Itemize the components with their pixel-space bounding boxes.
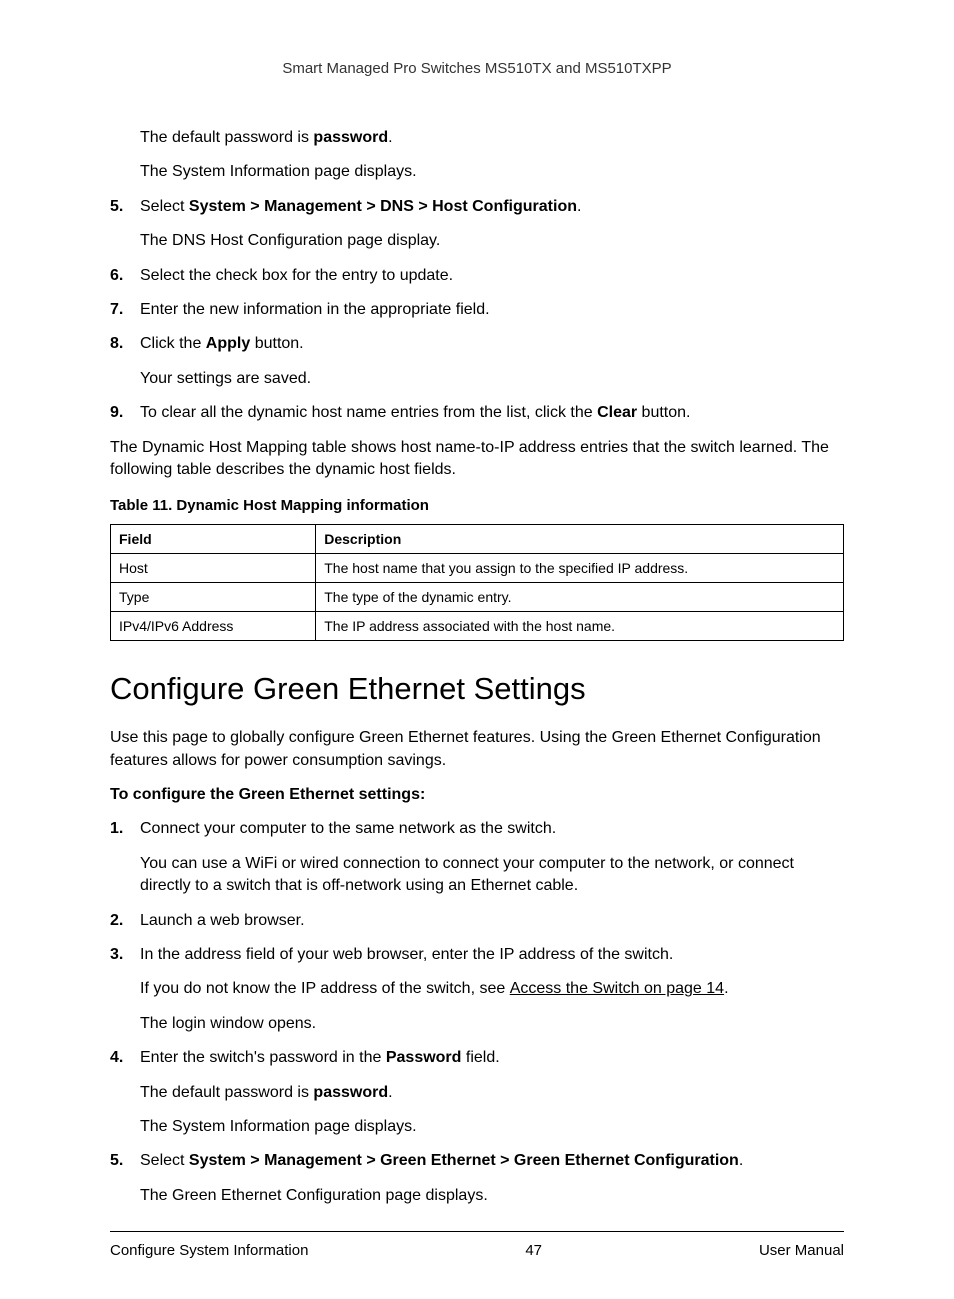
step2-2: 2. Launch a web browser.: [110, 910, 844, 932]
step-number: 6.: [110, 265, 140, 287]
dynamic-host-desc: The Dynamic Host Mapping table shows hos…: [110, 437, 844, 482]
text: field.: [461, 1049, 499, 1066]
text: Select: [140, 198, 189, 215]
text: .: [739, 1152, 743, 1169]
clear-bold: Clear: [597, 404, 637, 421]
step-text: Enter the new information in the appropr…: [140, 299, 844, 321]
step-number: 5.: [110, 196, 140, 253]
col-description: Description: [316, 525, 844, 554]
text: .: [724, 980, 728, 997]
step-sub: The DNS Host Configuration page display.: [140, 230, 844, 252]
password-field-bold: Password: [386, 1049, 462, 1066]
password-bold: password: [313, 1084, 388, 1101]
password-bold: password: [313, 129, 388, 146]
step-number: 1.: [110, 818, 140, 897]
text: button.: [637, 404, 690, 421]
dynamic-host-table: Field Description Host The host name tha…: [110, 524, 844, 641]
step-sub2: The login window opens.: [140, 1013, 844, 1035]
step-6: 6. Select the check box for the entry to…: [110, 265, 844, 287]
step-7: 7. Enter the new information in the appr…: [110, 299, 844, 321]
table-row: IPv4/IPv6 Address The IP address associa…: [111, 612, 844, 641]
footer-right: User Manual: [759, 1242, 844, 1259]
footer-left: Configure System Information: [110, 1242, 308, 1259]
section-intro: Use this page to globally configure Gree…: [110, 727, 844, 772]
table-row: Type The type of the dynamic entry.: [111, 583, 844, 612]
menu-path: System > Management > DNS > Host Configu…: [189, 198, 577, 215]
text: Select: [140, 1152, 189, 1169]
step-number: 4.: [110, 1047, 140, 1138]
text: If you do not know the IP address of the…: [140, 980, 510, 997]
default-pw-line: The default password is password.: [140, 127, 844, 149]
cell-field: IPv4/IPv6 Address: [111, 612, 316, 641]
step-text: Select the check box for the entry to up…: [140, 265, 844, 287]
table-caption: Table 11. Dynamic Host Mapping informati…: [110, 497, 844, 514]
step-5: 5. Select System > Management > DNS > Ho…: [110, 196, 844, 253]
step-text: Connect your computer to the same networ…: [140, 820, 556, 837]
step-text: Launch a web browser.: [140, 910, 844, 932]
text: Click the: [140, 335, 206, 352]
text: .: [388, 129, 392, 146]
step-8: 8. Click the Apply button. Your settings…: [110, 333, 844, 390]
cell-field: Type: [111, 583, 316, 612]
sysinfo-line: The System Information page displays.: [140, 161, 844, 183]
menu-path: System > Management > Green Ethernet > G…: [189, 1152, 739, 1169]
step2-1: 1. Connect your computer to the same net…: [110, 818, 844, 897]
text: button.: [250, 335, 303, 352]
page-footer: Configure System Information 47 User Man…: [110, 1242, 844, 1259]
step-number: 2.: [110, 910, 140, 932]
cell-desc: The host name that you assign to the spe…: [316, 554, 844, 583]
step-sub: If you do not know the IP address of the…: [140, 978, 844, 1000]
step-number: 9.: [110, 402, 140, 424]
step-sub: You can use a WiFi or wired connection t…: [140, 853, 844, 898]
col-field: Field: [111, 525, 316, 554]
step-sub: The default password is password.: [140, 1082, 844, 1104]
text: Enter the switch's password in the: [140, 1049, 386, 1066]
page-header: Smart Managed Pro Switches MS510TX and M…: [110, 60, 844, 77]
step2-3: 3. In the address field of your web brow…: [110, 944, 844, 1035]
apply-bold: Apply: [206, 335, 250, 352]
footer-rule: Configure System Information 47 User Man…: [110, 1231, 844, 1259]
section-title: Configure Green Ethernet Settings: [110, 671, 844, 707]
step-number: 5.: [110, 1150, 140, 1207]
cell-desc: The IP address associated with the host …: [316, 612, 844, 641]
step-number: 8.: [110, 333, 140, 390]
procedure-lead: To configure the Green Ethernet settings…: [110, 784, 844, 806]
text: .: [388, 1084, 392, 1101]
step-text: In the address field of your web browser…: [140, 946, 673, 963]
step2-5: 5. Select System > Management > Green Et…: [110, 1150, 844, 1207]
text: The default password is: [140, 129, 313, 146]
step-number: 3.: [110, 944, 140, 1035]
step-sub: Your settings are saved.: [140, 368, 844, 390]
text: .: [577, 198, 581, 215]
cell-desc: The type of the dynamic entry.: [316, 583, 844, 612]
step2-4: 4. Enter the switch's password in the Pa…: [110, 1047, 844, 1138]
step-9: 9. To clear all the dynamic host name en…: [110, 402, 844, 424]
access-switch-link[interactable]: Access the Switch on page 14: [510, 980, 724, 997]
text: The default password is: [140, 1084, 313, 1101]
table-row: Host The host name that you assign to th…: [111, 554, 844, 583]
page-number: 47: [525, 1242, 542, 1259]
step-number: 7.: [110, 299, 140, 321]
text: To clear all the dynamic host name entri…: [140, 404, 597, 421]
table-header-row: Field Description: [111, 525, 844, 554]
cell-field: Host: [111, 554, 316, 583]
step-sub: The Green Ethernet Configuration page di…: [140, 1185, 844, 1207]
step-sub2: The System Information page displays.: [140, 1116, 844, 1138]
